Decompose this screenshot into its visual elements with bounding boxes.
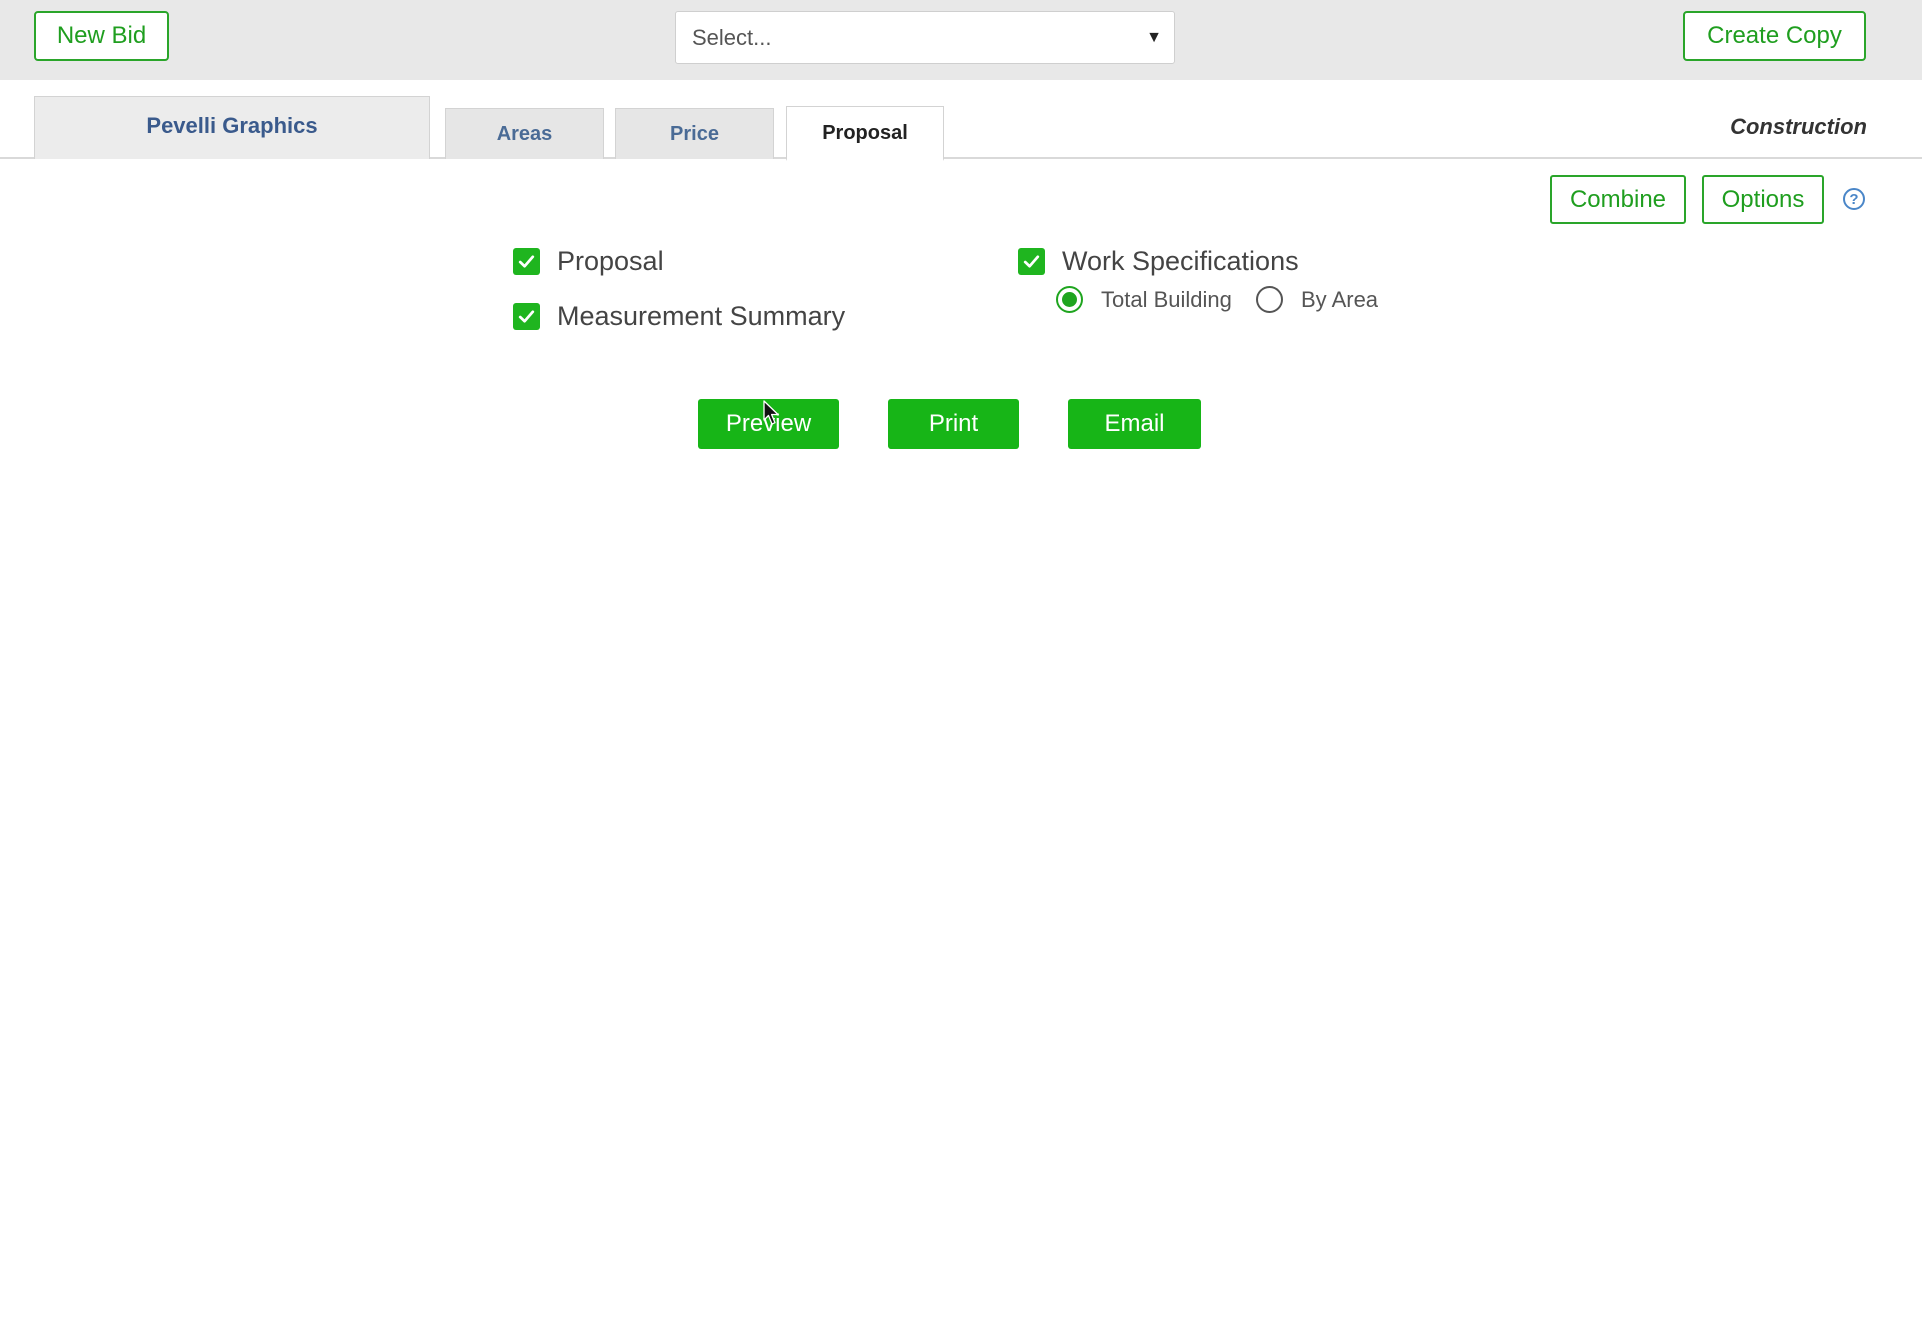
- radio-total-building-label: Total Building: [1101, 286, 1232, 312]
- context-label: Construction: [1730, 114, 1867, 139]
- mouse-pointer-icon: [763, 400, 779, 425]
- dropdown-caret-icon: ▼: [1146, 28, 1162, 46]
- new-bid-button[interactable]: New Bid: [34, 11, 169, 61]
- help-icon[interactable]: ?: [1843, 188, 1865, 210]
- checkmark-icon: [513, 248, 540, 275]
- tab-areas[interactable]: Areas: [445, 108, 604, 159]
- tab-bar: Pevelli Graphics Areas Price Proposal Co…: [0, 80, 1922, 161]
- checkmark-icon: [513, 303, 540, 330]
- options-button[interactable]: Options: [1702, 175, 1824, 224]
- radio-selected-icon: [1056, 286, 1083, 313]
- radio-total-building[interactable]: Total Building: [1056, 286, 1232, 313]
- radio-unselected-icon: [1256, 286, 1283, 313]
- tab-price[interactable]: Price: [615, 108, 774, 159]
- create-copy-button[interactable]: Create Copy: [1683, 11, 1866, 61]
- email-button[interactable]: Email: [1068, 399, 1201, 449]
- top-toolbar: New Bid Select... ▼ Create Copy: [0, 0, 1922, 80]
- measurement-summary-label: Measurement Summary: [557, 301, 846, 331]
- radio-by-area[interactable]: By Area: [1256, 286, 1378, 313]
- proposal-checkbox[interactable]: Proposal: [513, 246, 664, 277]
- work-specifications-checkbox[interactable]: Work Specifications: [1018, 246, 1299, 277]
- company-name-tab[interactable]: Pevelli Graphics: [34, 96, 430, 159]
- measurement-summary-checkbox[interactable]: Measurement Summary: [513, 301, 845, 332]
- checkmark-icon: [1018, 248, 1045, 275]
- bid-select-dropdown[interactable]: Select... ▼: [675, 11, 1175, 64]
- work-specifications-label: Work Specifications: [1062, 246, 1299, 276]
- select-placeholder: Select...: [692, 24, 772, 50]
- print-button[interactable]: Print: [888, 399, 1019, 449]
- proposal-checkbox-label: Proposal: [557, 246, 664, 276]
- combine-button[interactable]: Combine: [1550, 175, 1686, 224]
- tab-proposal[interactable]: Proposal: [786, 106, 944, 161]
- radio-by-area-label: By Area: [1301, 286, 1379, 312]
